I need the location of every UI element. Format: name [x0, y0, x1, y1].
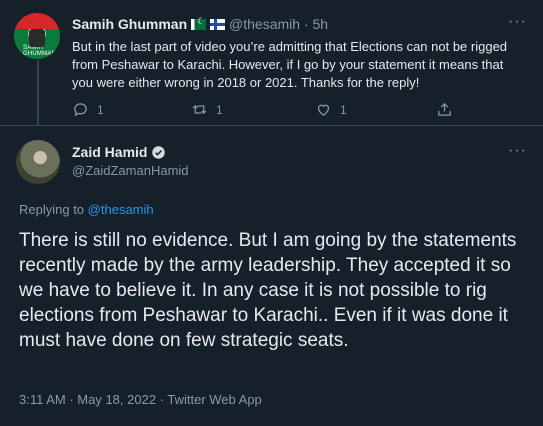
- author-handle[interactable]: @ZaidZamanHamid: [72, 163, 189, 178]
- thread-line: [37, 60, 39, 125]
- reply-count: 1: [97, 102, 104, 117]
- reply-button[interactable]: 1: [72, 101, 104, 118]
- tweet-text: But in the last part of video you’re adm…: [72, 39, 508, 90]
- replying-to: Replying to @thesamih: [19, 202, 154, 217]
- verified-badge-icon: [152, 145, 166, 159]
- author-name[interactable]: Samih Ghumman: [72, 16, 187, 32]
- like-count: 1: [340, 102, 347, 117]
- tweet-time[interactable]: 5h: [313, 16, 329, 32]
- tweet-timestamp[interactable]: 3:11 AM · May 18, 2022 · Twitter Web App: [19, 392, 262, 407]
- author-handle[interactable]: @thesamih: [229, 16, 300, 32]
- author-name-row: Zaid Hamid: [72, 144, 166, 160]
- like-icon: [317, 104, 330, 116]
- author-name[interactable]: Zaid Hamid: [72, 144, 147, 160]
- more-icon[interactable]: ···: [508, 13, 527, 31]
- retweet-icon: [192, 105, 207, 114]
- finland-flag-icon: [210, 19, 226, 30]
- retweet-count: 1: [216, 102, 223, 117]
- mention-link[interactable]: @thesamih: [88, 202, 154, 217]
- avatar[interactable]: SAMIH GHUMMAN: [14, 13, 60, 59]
- reply-icon: [74, 103, 87, 117]
- retweet-button[interactable]: 1: [191, 101, 223, 118]
- reply-tweet[interactable]: SAMIH GHUMMAN Samih Ghumman @thesamih · …: [0, 0, 543, 125]
- divider: [0, 125, 543, 126]
- tweet-header: Samih Ghumman @thesamih · 5h: [72, 16, 328, 32]
- avatar-caption: SAMIH GHUMMAN: [23, 45, 57, 57]
- tweet-actions: 1 1 1: [72, 101, 452, 121]
- share-icon: [438, 102, 451, 116]
- like-button[interactable]: 1: [315, 101, 347, 118]
- replying-to-label: Replying to: [19, 202, 85, 217]
- pakistan-flag-icon: [191, 16, 207, 30]
- share-button[interactable]: [436, 101, 453, 118]
- tweet-text: There is still no evidence. But I am goi…: [19, 230, 517, 351]
- more-icon[interactable]: ···: [508, 142, 527, 160]
- avatar[interactable]: [16, 140, 60, 184]
- separator: ·: [303, 16, 309, 32]
